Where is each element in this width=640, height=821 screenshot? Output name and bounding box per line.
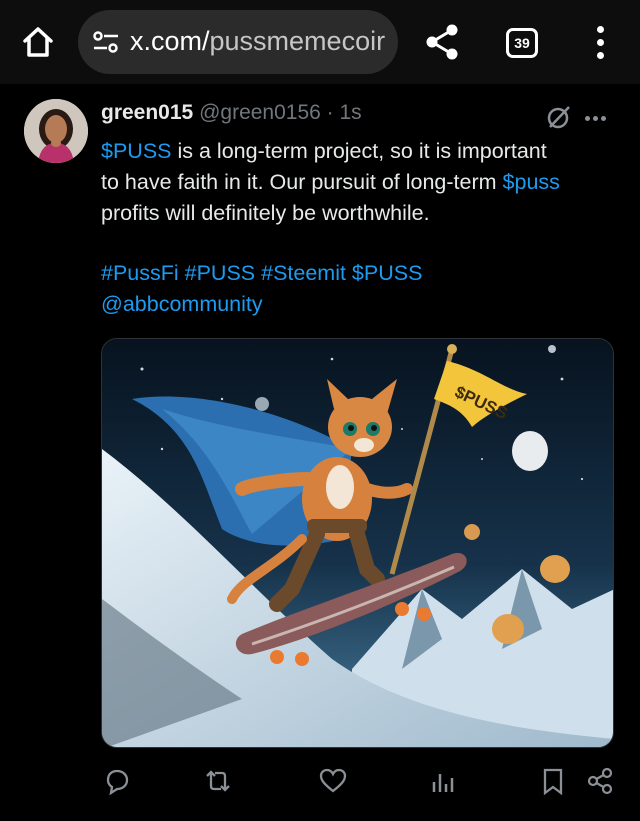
like-icon[interactable]	[318, 766, 348, 796]
grok-icon	[547, 106, 570, 129]
share-button[interactable]	[424, 22, 460, 62]
tabs-button[interactable]: 39	[506, 28, 538, 58]
post-text-line: to have faith in it. Our pursuit of long…	[101, 170, 560, 194]
url-path: pussmemecoir	[209, 26, 386, 56]
address-bar[interactable]: x.com/pussmemecoir	[78, 10, 398, 74]
url-host: x.com/	[130, 26, 210, 56]
repost-icon[interactable]	[203, 766, 233, 796]
home-icon	[23, 27, 53, 57]
menu-dot	[596, 52, 604, 59]
reply-icon[interactable]	[102, 766, 132, 796]
site-settings-icon[interactable]	[92, 30, 120, 54]
views-icon[interactable]	[428, 766, 458, 796]
post-hashtags: #PussFi #PUSS #Steemit $PUSS @abbcommuni…	[101, 258, 621, 320]
menu-dot	[596, 26, 604, 33]
menu-dot	[596, 39, 604, 46]
cashtag-link[interactable]: $PUSS	[101, 139, 172, 163]
display-name[interactable]: green015	[101, 101, 193, 124]
separator: ·	[320, 101, 340, 124]
more-options-icon[interactable]	[585, 108, 613, 124]
user-handle[interactable]: @green0156	[199, 101, 321, 124]
share-icon[interactable]	[585, 766, 615, 796]
grok-button[interactable]	[546, 104, 572, 130]
post-text-line: $PUSS is a long-term project, so it is i…	[101, 139, 547, 163]
url-text[interactable]: x.com/pussmemecoir	[130, 26, 390, 57]
hashtag-links[interactable]: #PussFi #PUSS #Steemit $PUSS	[101, 258, 621, 289]
post-text: $PUSS is a long-term project, so it is i…	[101, 136, 621, 229]
share-icon	[426, 24, 458, 60]
post-time[interactable]: 1s	[340, 101, 362, 124]
post-image[interactable]: $PUSS	[101, 338, 614, 748]
mention-link[interactable]: @abbcommunity	[101, 289, 621, 320]
cashtag-link[interactable]: $puss	[503, 170, 560, 194]
post-text-line: profits will definitely be worthwhile.	[101, 201, 430, 225]
home-button[interactable]	[20, 24, 56, 60]
browser-toolbar: x.com/pussmemecoir 39	[0, 0, 640, 84]
bookmark-icon[interactable]	[538, 766, 568, 796]
post-action-bar	[0, 760, 640, 810]
avatar[interactable]	[24, 99, 88, 163]
menu-button[interactable]	[592, 24, 608, 64]
post-header: green015 @green0156 · 1s	[101, 101, 362, 125]
